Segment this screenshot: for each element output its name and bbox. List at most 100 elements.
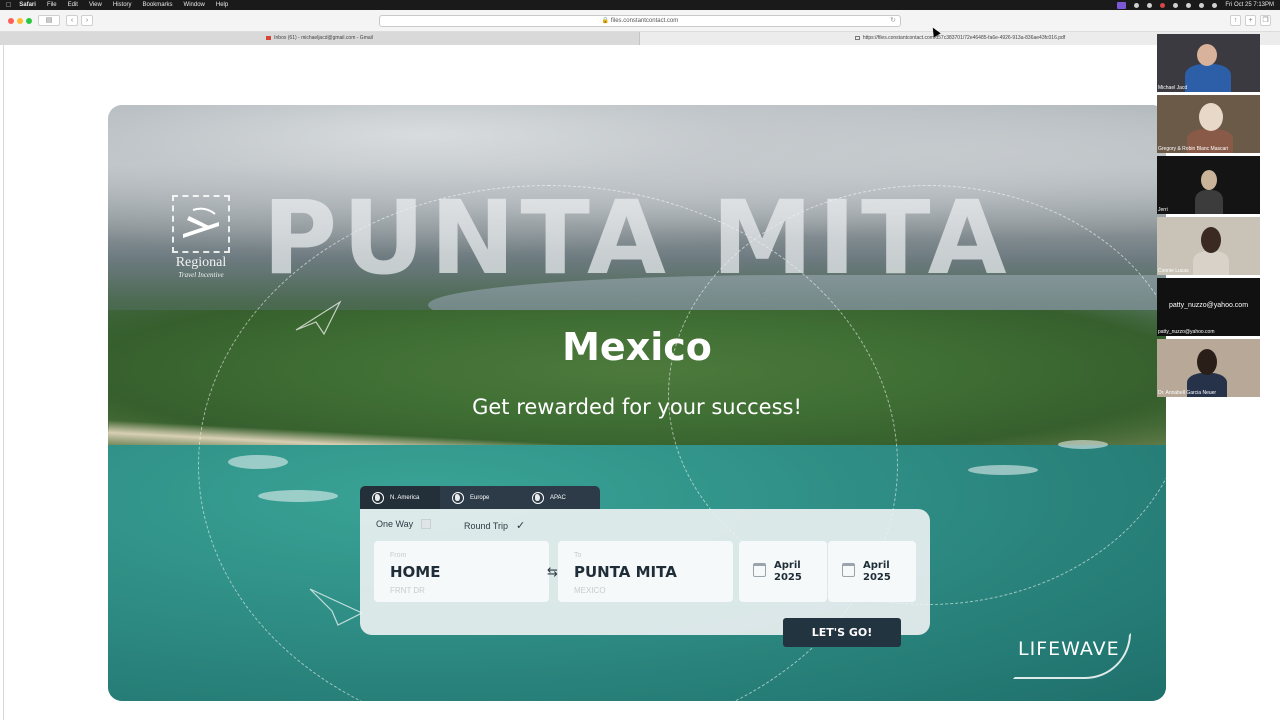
flyer-image: Regional Travel Incentive PUNTA MITA Mex…: [108, 105, 1166, 701]
swap-icon[interactable]: ⇆: [547, 564, 558, 580]
participant-name: Dr. Annabell Garcia Neuer: [1158, 390, 1217, 396]
menu-edit[interactable]: Edit: [68, 2, 78, 8]
avatar: [1193, 251, 1229, 275]
tab-overview-button[interactable]: ❐: [1260, 15, 1271, 26]
status-icon[interactable]: [1147, 2, 1153, 8]
macos-menu-bar:  Safari File Edit View History Bookmark…: [0, 0, 1280, 10]
menu-bookmarks[interactable]: Bookmarks: [143, 2, 173, 8]
fullscreen-window-button[interactable]: [26, 18, 32, 24]
menu-history[interactable]: History: [113, 2, 132, 8]
control-center-icon[interactable]: [1212, 2, 1218, 8]
avatar: [1197, 349, 1217, 375]
avatar: [1185, 64, 1231, 92]
region-label: N. America: [390, 494, 420, 501]
depart-date-field[interactable]: April 2025: [739, 541, 827, 602]
to-label: To: [574, 552, 582, 559]
avatar: [1201, 227, 1221, 253]
headline: PUNTA MITA: [262, 179, 1012, 298]
region-label: APAC: [550, 494, 566, 501]
from-field[interactable]: From HOME FRNT DR: [374, 541, 549, 602]
menu-view[interactable]: View: [89, 2, 102, 8]
lets-go-button[interactable]: LET'S GO!: [783, 618, 901, 647]
menu-file[interactable]: File: [47, 2, 57, 8]
avatar: [1197, 44, 1217, 66]
lifewave-logo: LIFEWAVE: [1018, 638, 1120, 660]
forward-button[interactable]: ›: [81, 15, 93, 26]
address-text: files.constantcontact.com: [610, 18, 679, 24]
round-trip-label: Round Trip: [464, 520, 509, 531]
participant-name: Connie Lucas: [1158, 268, 1189, 274]
region-tab-apac[interactable]: APAC: [520, 486, 600, 509]
gmail-icon: [266, 35, 272, 40]
from-value: HOME: [390, 563, 441, 581]
to-hint: MEXICO: [574, 586, 606, 595]
tab-gmail[interactable]: Inbox (61) - michaeljacd@gmail.com - Gma…: [0, 32, 640, 45]
apple-icon[interactable]: : [6, 2, 11, 9]
one-way-checkbox[interactable]: [421, 519, 432, 529]
to-value: PUNTA MITA: [574, 563, 677, 581]
close-window-button[interactable]: [8, 18, 14, 24]
globe-icon: [372, 491, 384, 504]
depart-date: April 2025: [774, 560, 802, 584]
region-tab-n-america[interactable]: N. America: [360, 486, 440, 509]
new-tab-button[interactable]: +: [1245, 15, 1256, 26]
checkmark-icon[interactable]: ✓: [516, 519, 525, 532]
return-date-field[interactable]: April 2025: [828, 541, 916, 602]
avatar: [1195, 190, 1223, 214]
avatar: [1199, 103, 1223, 131]
round-trip-option[interactable]: Round Trip ✓: [464, 519, 525, 532]
menu-app[interactable]: Safari: [19, 2, 36, 8]
one-way-label: One Way: [376, 519, 414, 529]
participant-name: Jerri: [1158, 207, 1168, 213]
participant-email: patty_nuzzo@yahoo.com: [1168, 302, 1249, 309]
divider: [3, 45, 4, 720]
share-button[interactable]: ↑: [1230, 15, 1241, 26]
to-field[interactable]: To PUNTA MITA MEXICO: [558, 541, 733, 602]
from-hint: FRNT DR: [390, 586, 425, 595]
reload-icon[interactable]: ↻: [890, 16, 896, 26]
wifi-icon[interactable]: [1186, 2, 1192, 8]
participant-tile[interactable]: Connie Lucas: [1157, 217, 1260, 275]
minimize-window-button[interactable]: [17, 18, 23, 24]
menu-window[interactable]: Window: [184, 2, 205, 8]
status-icon[interactable]: [1173, 2, 1179, 8]
return-month: April: [863, 560, 890, 571]
avatar: [1201, 170, 1217, 190]
participant-tile[interactable]: Michael Jacd: [1157, 34, 1260, 92]
participant-name: patty_nuzzo@yahoo.com: [1158, 329, 1215, 335]
calendar-icon: [842, 563, 855, 577]
participant-tile[interactable]: Gregory & Robin Blanc Mascari: [1157, 95, 1260, 153]
menu-help[interactable]: Help: [216, 2, 228, 8]
lock-icon: 🔒: [601, 18, 610, 24]
return-year: 2025: [863, 572, 891, 583]
region-tabs: N. America Europe APAC: [360, 486, 600, 509]
address-bar[interactable]: 🔒 files.constantcontact.com ↻: [379, 15, 901, 27]
zoom-status-icon[interactable]: [1117, 1, 1127, 9]
browser-toolbar: ▤ ‹ › 🔒 files.constantcontact.com ↻ ↑ + …: [0, 10, 1280, 32]
tab-bar: Inbox (61) - michaeljacd@gmail.com - Gma…: [0, 32, 1280, 45]
document-icon: [854, 35, 860, 40]
tab-label: https://files.constantcontact.com/d57c38…: [862, 35, 1066, 41]
globe-icon: [532, 491, 544, 504]
participant-name: Michael Jacd: [1158, 85, 1188, 91]
region-label: Europe: [470, 494, 490, 501]
participant-tile[interactable]: patty_nuzzo@yahoo.com patty_nuzzo@yahoo.…: [1157, 278, 1260, 336]
sidebar-toggle-button[interactable]: ▤: [38, 15, 60, 26]
participant-tile[interactable]: Dr. Annabell Garcia Neuer: [1157, 339, 1260, 397]
search-icon[interactable]: [1199, 2, 1205, 8]
participant-tile[interactable]: Jerri: [1157, 156, 1260, 214]
one-way-option[interactable]: One Way: [376, 519, 432, 529]
status-icon[interactable]: [1134, 2, 1140, 8]
booking-panel: One Way Round Trip ✓ From HOME FRNT DR ⇆…: [360, 509, 930, 635]
globe-icon: [452, 491, 464, 504]
clock[interactable]: Fri Oct 25 7:13PM: [1225, 2, 1274, 8]
depart-year: 2025: [774, 572, 802, 583]
back-button[interactable]: ‹: [66, 15, 78, 26]
status-icon[interactable]: [1160, 2, 1166, 8]
calendar-icon: [753, 563, 766, 577]
paper-plane-icon: [309, 588, 364, 626]
participant-name: Gregory & Robin Blanc Mascari: [1158, 146, 1229, 152]
return-date: April 2025: [863, 560, 891, 584]
region-tab-europe[interactable]: Europe: [440, 486, 520, 509]
depart-month: April: [774, 560, 801, 571]
